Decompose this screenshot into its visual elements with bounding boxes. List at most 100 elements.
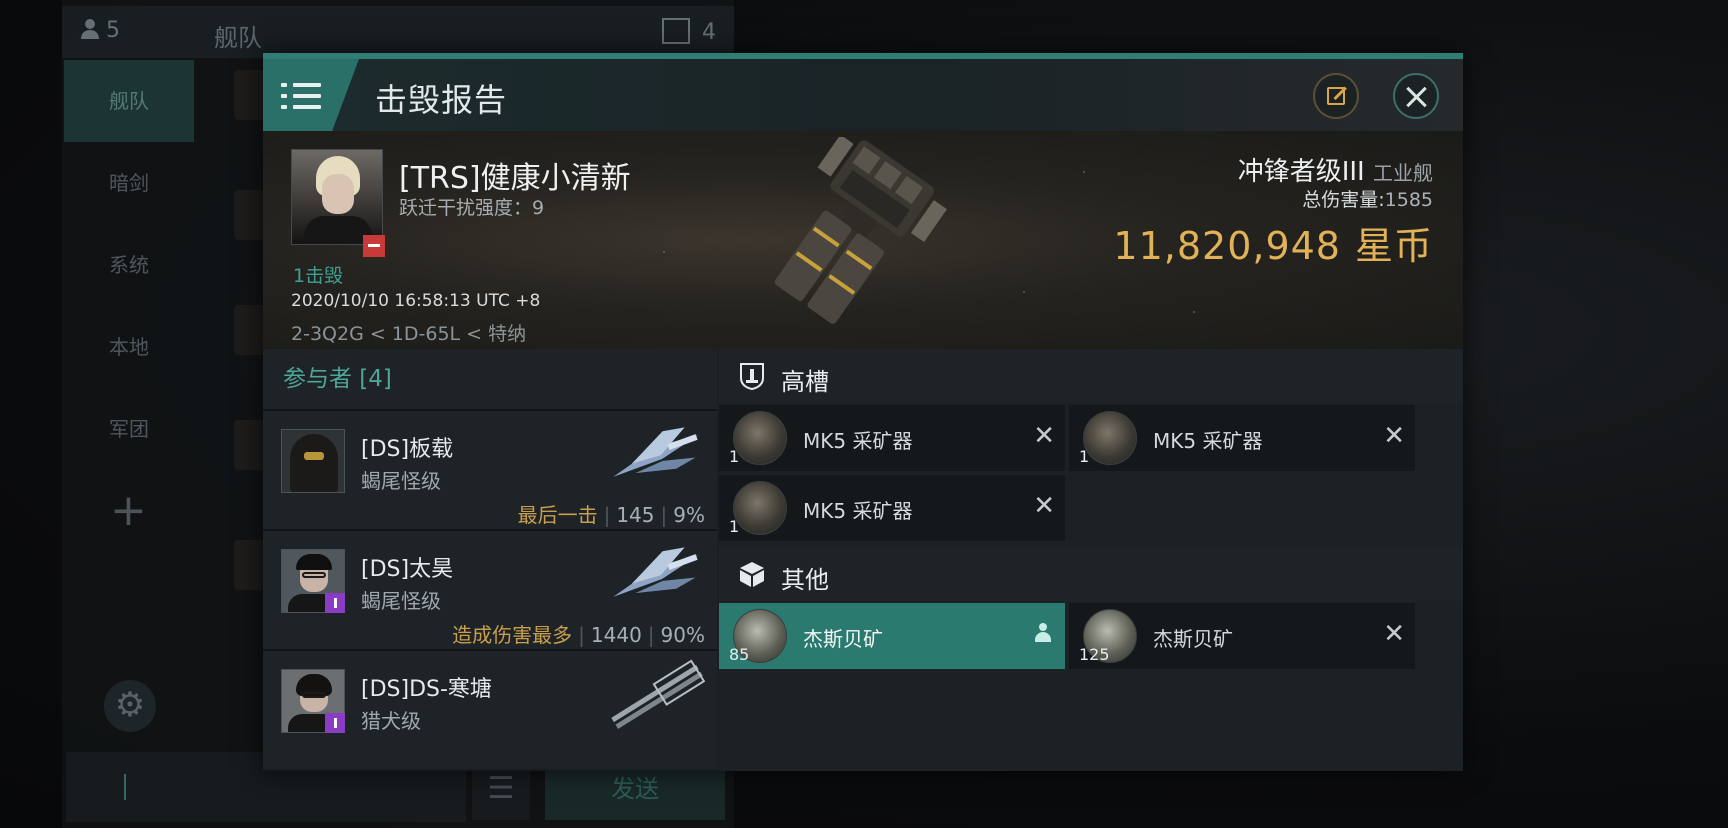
cargo-name: 杰斯贝矿 (1153, 627, 1233, 651)
gear-icon[interactable]: ⚙ (104, 680, 156, 732)
damage-percent: 90% (660, 623, 705, 647)
module-slot[interactable]: 1 MK5 采矿器 ✕ (1069, 405, 1415, 471)
other-header: 其他 (719, 547, 1463, 601)
portrait-hood (290, 434, 338, 492)
high-slots-title: 高槽 (781, 368, 829, 396)
destroyed-icon: ✕ (1383, 619, 1405, 649)
isk-amount: 11,820,948 (1113, 224, 1341, 268)
chat-avatar (234, 420, 266, 470)
participant-stats: 最后一击 | 145 | 9% (518, 499, 705, 528)
victim-ship-type[interactable]: 冲锋者级III 工业舰 (1238, 151, 1433, 188)
menu-icon-dot (281, 94, 287, 98)
participant-row[interactable]: [DS]板载 蝎尾怪级 最后一击 | 145 | 9% (263, 409, 717, 529)
damage-percent: 9% (673, 503, 705, 527)
sidebar-item-corp[interactable]: 军团 (64, 388, 194, 470)
message-count[interactable]: 4 (662, 18, 716, 45)
participants-panel: 参与者 [4] [DS]板载 蝎尾怪级 最后一击 | 145 | 9% [DS]… (263, 349, 717, 771)
pilot-icon (1035, 623, 1051, 643)
destroyed-icon: ✕ (1383, 421, 1405, 451)
module-slot[interactable]: 1 MK5 采矿器 ✕ (719, 475, 1065, 541)
role-badge (325, 713, 345, 733)
module-qty: 1 (1079, 447, 1090, 466)
module-qty: 1 (729, 447, 740, 466)
screen: 5 舰队 4 舰队 暗剑 系统 本地 军团 + ⚙ ☰ 发送 击毁报告 [TRS… (0, 0, 1728, 828)
separator: | (660, 503, 668, 527)
close-button[interactable] (1393, 73, 1439, 119)
participant-ship-image (613, 547, 699, 597)
portrait-visor (304, 452, 324, 460)
isk-value: 11,820,948 星币 (1113, 215, 1433, 270)
other-title: 其他 (781, 566, 829, 594)
participant-row[interactable]: [DS]太昊 蝎尾怪级 造成伤害最多 | 1440 | 90% (263, 529, 717, 649)
ship-class: 工业舰 (1373, 161, 1433, 185)
module-name: MK5 采矿器 (1153, 429, 1263, 453)
victim-portrait[interactable] (291, 149, 383, 245)
role-badge (325, 593, 345, 613)
corp-standing-badge (363, 235, 385, 257)
menu-icon-line (293, 105, 321, 109)
menu-icon-dot (281, 105, 287, 109)
pilot-icon-head (1039, 623, 1047, 631)
participant-name: [DS]太昊 (361, 557, 454, 582)
victim-banner: [TRS]健康小清新 跃迁干扰强度：9 1击毁 2020/10/10 16:58… (263, 131, 1463, 349)
portrait-face (322, 174, 354, 214)
message-icon (662, 18, 690, 44)
damage-value: 1440 (590, 623, 642, 647)
total-damage-value: 1585 (1384, 189, 1433, 211)
minus-icon (368, 244, 380, 247)
high-slots-header: 高槽 (719, 349, 1463, 403)
cargo-name: 杰斯贝矿 (803, 627, 883, 651)
module-name: MK5 采矿器 (803, 499, 913, 523)
mining-laser-icon (733, 481, 787, 535)
participant-portrait[interactable] (281, 429, 345, 493)
add-channel-icon[interactable]: + (110, 485, 147, 536)
member-count[interactable]: 5 (80, 18, 120, 43)
star (663, 251, 665, 253)
portrait-glasses (302, 692, 326, 698)
kill-location[interactable]: 2-3Q2G < 1D-65L < 特纳 (291, 319, 526, 346)
participant-row[interactable]: [DS]DS-寒塘 猎犬级 (263, 649, 717, 769)
sidebar-item-blackops[interactable]: 暗剑 (64, 142, 194, 224)
fleet-channel-title: 舰队 (214, 24, 262, 52)
participant-ship-image (613, 427, 699, 477)
pilot-icon-body (1035, 632, 1051, 642)
cargo-slot-dropped[interactable]: 85 杰斯贝矿 (719, 603, 1065, 669)
portrait-body (304, 216, 372, 244)
participant-ship-image (611, 659, 706, 729)
mining-laser-icon (733, 411, 787, 465)
participant-name: [DS]板载 (361, 437, 454, 462)
participant-stats: 造成伤害最多 | 1440 | 90% (452, 619, 705, 648)
total-damage-label: 总伤害量: (1302, 189, 1385, 211)
warp-disruption-strength: 跃迁干扰强度：9 (399, 197, 545, 219)
share-button[interactable] (1313, 73, 1359, 119)
module-qty: 1 (729, 517, 740, 536)
member-count-value: 5 (106, 18, 120, 43)
portrait-cap (296, 554, 332, 570)
star (1193, 311, 1195, 313)
victim-ship-image[interactable] (753, 137, 973, 347)
sidebar-item-system[interactable]: 系统 (64, 224, 194, 306)
high-slot-icon (740, 363, 764, 391)
victim-name[interactable]: [TRS]健康小清新 (399, 153, 631, 197)
kill-count-link[interactable]: 1击毁 (293, 261, 343, 288)
sidebar-item-fleet[interactable]: 舰队 (64, 60, 194, 142)
portrait-glasses (302, 572, 326, 578)
menu-icon-line (293, 83, 321, 87)
module-slot[interactable]: 1 MK5 采矿器 ✕ (719, 405, 1065, 471)
total-damage: 总伤害量:1585 (1302, 185, 1433, 212)
damage-value: 145 (616, 503, 655, 527)
cargo-slot-destroyed[interactable]: 125 杰斯贝矿 ✕ (1069, 603, 1415, 669)
chat-avatar (234, 305, 266, 355)
chat-avatar (234, 190, 266, 240)
window-title: 击毁报告 (375, 81, 508, 119)
star (1023, 291, 1025, 293)
module-name: MK5 采矿器 (803, 429, 913, 453)
participant-ship: 猎犬级 (361, 709, 421, 733)
separator: | (578, 623, 585, 647)
final-blow-tag: 最后一击 (517, 503, 598, 527)
ship-name: 冲锋者级III (1237, 157, 1365, 187)
cargo-qty: 125 (1079, 645, 1110, 664)
participants-header: 参与者 [4] (263, 349, 717, 409)
participant-name: [DS]DS-寒塘 (361, 677, 492, 702)
sidebar-item-local[interactable]: 本地 (64, 306, 194, 388)
